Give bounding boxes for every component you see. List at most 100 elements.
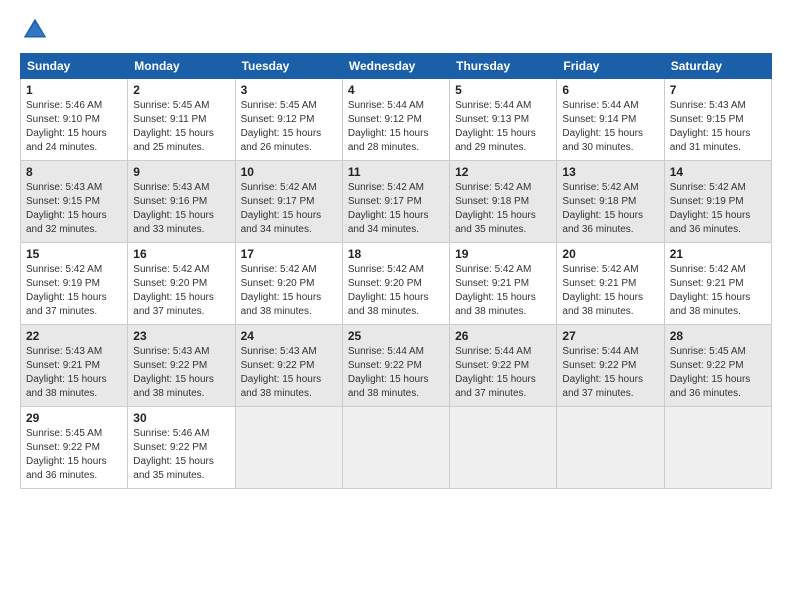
calendar-cell: 28 Sunrise: 5:45 AMSunset: 9:22 PMDayligh… bbox=[664, 325, 771, 407]
day-info: Sunrise: 5:43 AMSunset: 9:21 PMDaylight:… bbox=[26, 345, 122, 401]
day-number: 17 bbox=[241, 247, 337, 261]
day-info: Sunrise: 5:43 AMSunset: 9:16 PMDaylight:… bbox=[133, 181, 229, 237]
calendar-cell: 3 Sunrise: 5:45 AMSunset: 9:12 PMDaylight… bbox=[235, 79, 342, 161]
day-info: Sunrise: 5:42 AMSunset: 9:21 PMDaylight:… bbox=[455, 263, 551, 319]
day-info: Sunrise: 5:45 AMSunset: 9:12 PMDaylight:… bbox=[241, 99, 337, 155]
day-info: Sunrise: 5:45 AMSunset: 9:22 PMDaylight:… bbox=[670, 345, 766, 401]
day-info: Sunrise: 5:42 AMSunset: 9:20 PMDaylight:… bbox=[348, 263, 444, 319]
day-info: Sunrise: 5:45 AMSunset: 9:22 PMDaylight:… bbox=[26, 427, 122, 483]
calendar-cell bbox=[664, 407, 771, 489]
day-number: 18 bbox=[348, 247, 444, 261]
day-number: 13 bbox=[562, 165, 658, 179]
calendar-cell: 8 Sunrise: 5:43 AMSunset: 9:15 PMDaylight… bbox=[21, 161, 128, 243]
logo bbox=[20, 15, 54, 45]
day-number: 1 bbox=[26, 83, 122, 97]
day-info: Sunrise: 5:46 AMSunset: 9:22 PMDaylight:… bbox=[133, 427, 229, 483]
day-number: 15 bbox=[26, 247, 122, 261]
day-info: Sunrise: 5:42 AMSunset: 9:19 PMDaylight:… bbox=[670, 181, 766, 237]
calendar-cell bbox=[450, 407, 557, 489]
day-info: Sunrise: 5:42 AMSunset: 9:19 PMDaylight:… bbox=[26, 263, 122, 319]
calendar-cell: 14 Sunrise: 5:42 AMSunset: 9:19 PMDayligh… bbox=[664, 161, 771, 243]
day-number: 28 bbox=[670, 329, 766, 343]
day-info: Sunrise: 5:44 AMSunset: 9:22 PMDaylight:… bbox=[562, 345, 658, 401]
day-number: 6 bbox=[562, 83, 658, 97]
day-info: Sunrise: 5:44 AMSunset: 9:22 PMDaylight:… bbox=[455, 345, 551, 401]
day-number: 24 bbox=[241, 329, 337, 343]
calendar-cell: 29Sunrise: 5:45 AMSunset: 9:22 PMDayligh… bbox=[21, 407, 128, 489]
calendar-cell: 26 Sunrise: 5:44 AMSunset: 9:22 PMDayligh… bbox=[450, 325, 557, 407]
calendar-cell bbox=[235, 407, 342, 489]
calendar-week-row: 22 Sunrise: 5:43 AMSunset: 9:21 PMDayligh… bbox=[21, 325, 772, 407]
calendar-cell: 20Sunrise: 5:42 AMSunset: 9:21 PMDayligh… bbox=[557, 243, 664, 325]
calendar-cell: 24 Sunrise: 5:43 AMSunset: 9:22 PMDayligh… bbox=[235, 325, 342, 407]
day-info: Sunrise: 5:43 AMSunset: 9:15 PMDaylight:… bbox=[670, 99, 766, 155]
calendar-header-saturday: Saturday bbox=[664, 54, 771, 79]
day-number: 20 bbox=[562, 247, 658, 261]
day-number: 5 bbox=[455, 83, 551, 97]
day-info: Sunrise: 5:43 AMSunset: 9:22 PMDaylight:… bbox=[241, 345, 337, 401]
day-info: Sunrise: 5:45 AMSunset: 9:11 PMDaylight:… bbox=[133, 99, 229, 155]
day-info: Sunrise: 5:42 AMSunset: 9:21 PMDaylight:… bbox=[670, 263, 766, 319]
day-number: 4 bbox=[348, 83, 444, 97]
calendar-cell: 21Sunrise: 5:42 AMSunset: 9:21 PMDayligh… bbox=[664, 243, 771, 325]
calendar-cell: 4 Sunrise: 5:44 AMSunset: 9:12 PMDaylight… bbox=[342, 79, 449, 161]
calendar-cell: 15 Sunrise: 5:42 AMSunset: 9:19 PMDayligh… bbox=[21, 243, 128, 325]
calendar-header-monday: Monday bbox=[128, 54, 235, 79]
calendar-week-row: 8 Sunrise: 5:43 AMSunset: 9:15 PMDaylight… bbox=[21, 161, 772, 243]
day-number: 26 bbox=[455, 329, 551, 343]
calendar-cell bbox=[342, 407, 449, 489]
calendar-cell: 7 Sunrise: 5:43 AMSunset: 9:15 PMDaylight… bbox=[664, 79, 771, 161]
day-number: 10 bbox=[241, 165, 337, 179]
calendar-cell: 6Sunrise: 5:44 AMSunset: 9:14 PMDaylight… bbox=[557, 79, 664, 161]
calendar-cell bbox=[557, 407, 664, 489]
day-info: Sunrise: 5:46 AMSunset: 9:10 PMDaylight:… bbox=[26, 99, 122, 155]
calendar-cell: 16Sunrise: 5:42 AMSunset: 9:20 PMDayligh… bbox=[128, 243, 235, 325]
page: SundayMondayTuesdayWednesdayThursdayFrid… bbox=[0, 0, 792, 612]
day-number: 3 bbox=[241, 83, 337, 97]
calendar-cell: 17 Sunrise: 5:42 AMSunset: 9:20 PMDayligh… bbox=[235, 243, 342, 325]
day-info: Sunrise: 5:44 AMSunset: 9:12 PMDaylight:… bbox=[348, 99, 444, 155]
day-number: 14 bbox=[670, 165, 766, 179]
day-number: 2 bbox=[133, 83, 229, 97]
day-info: Sunrise: 5:44 AMSunset: 9:22 PMDaylight:… bbox=[348, 345, 444, 401]
calendar-cell: 27 Sunrise: 5:44 AMSunset: 9:22 PMDayligh… bbox=[557, 325, 664, 407]
day-number: 19 bbox=[455, 247, 551, 261]
calendar-header-tuesday: Tuesday bbox=[235, 54, 342, 79]
calendar-cell: 18 Sunrise: 5:42 AMSunset: 9:20 PMDayligh… bbox=[342, 243, 449, 325]
day-info: Sunrise: 5:43 AMSunset: 9:22 PMDaylight:… bbox=[133, 345, 229, 401]
day-number: 7 bbox=[670, 83, 766, 97]
day-info: Sunrise: 5:42 AMSunset: 9:17 PMDaylight:… bbox=[241, 181, 337, 237]
calendar-header-sunday: Sunday bbox=[21, 54, 128, 79]
day-number: 9 bbox=[133, 165, 229, 179]
day-info: Sunrise: 5:43 AMSunset: 9:15 PMDaylight:… bbox=[26, 181, 122, 237]
day-info: Sunrise: 5:42 AMSunset: 9:18 PMDaylight:… bbox=[562, 181, 658, 237]
calendar-cell: 5 Sunrise: 5:44 AMSunset: 9:13 PMDaylight… bbox=[450, 79, 557, 161]
logo-icon bbox=[20, 15, 50, 45]
day-number: 11 bbox=[348, 165, 444, 179]
day-number: 30 bbox=[133, 411, 229, 425]
day-number: 8 bbox=[26, 165, 122, 179]
day-number: 22 bbox=[26, 329, 122, 343]
calendar-cell: 19 Sunrise: 5:42 AMSunset: 9:21 PMDayligh… bbox=[450, 243, 557, 325]
day-info: Sunrise: 5:42 AMSunset: 9:20 PMDaylight:… bbox=[241, 263, 337, 319]
calendar-cell: 12 Sunrise: 5:42 AMSunset: 9:18 PMDayligh… bbox=[450, 161, 557, 243]
day-number: 27 bbox=[562, 329, 658, 343]
calendar-header-wednesday: Wednesday bbox=[342, 54, 449, 79]
calendar-cell: 25 Sunrise: 5:44 AMSunset: 9:22 PMDayligh… bbox=[342, 325, 449, 407]
calendar-week-row: 1 Sunrise: 5:46 AMSunset: 9:10 PMDaylight… bbox=[21, 79, 772, 161]
calendar-cell: 1 Sunrise: 5:46 AMSunset: 9:10 PMDaylight… bbox=[21, 79, 128, 161]
calendar-header-row: SundayMondayTuesdayWednesdayThursdayFrid… bbox=[21, 54, 772, 79]
day-number: 12 bbox=[455, 165, 551, 179]
calendar-week-row: 15 Sunrise: 5:42 AMSunset: 9:19 PMDayligh… bbox=[21, 243, 772, 325]
day-number: 25 bbox=[348, 329, 444, 343]
day-info: Sunrise: 5:44 AMSunset: 9:13 PMDaylight:… bbox=[455, 99, 551, 155]
day-info: Sunrise: 5:42 AMSunset: 9:18 PMDaylight:… bbox=[455, 181, 551, 237]
calendar-header-friday: Friday bbox=[557, 54, 664, 79]
calendar-cell: 10 Sunrise: 5:42 AMSunset: 9:17 PMDayligh… bbox=[235, 161, 342, 243]
day-info: Sunrise: 5:42 AMSunset: 9:20 PMDaylight:… bbox=[133, 263, 229, 319]
header bbox=[20, 15, 772, 45]
day-number: 23 bbox=[133, 329, 229, 343]
day-info: Sunrise: 5:42 AMSunset: 9:17 PMDaylight:… bbox=[348, 181, 444, 237]
calendar-cell: 30 Sunrise: 5:46 AMSunset: 9:22 PMDayligh… bbox=[128, 407, 235, 489]
calendar-cell: 9 Sunrise: 5:43 AMSunset: 9:16 PMDaylight… bbox=[128, 161, 235, 243]
